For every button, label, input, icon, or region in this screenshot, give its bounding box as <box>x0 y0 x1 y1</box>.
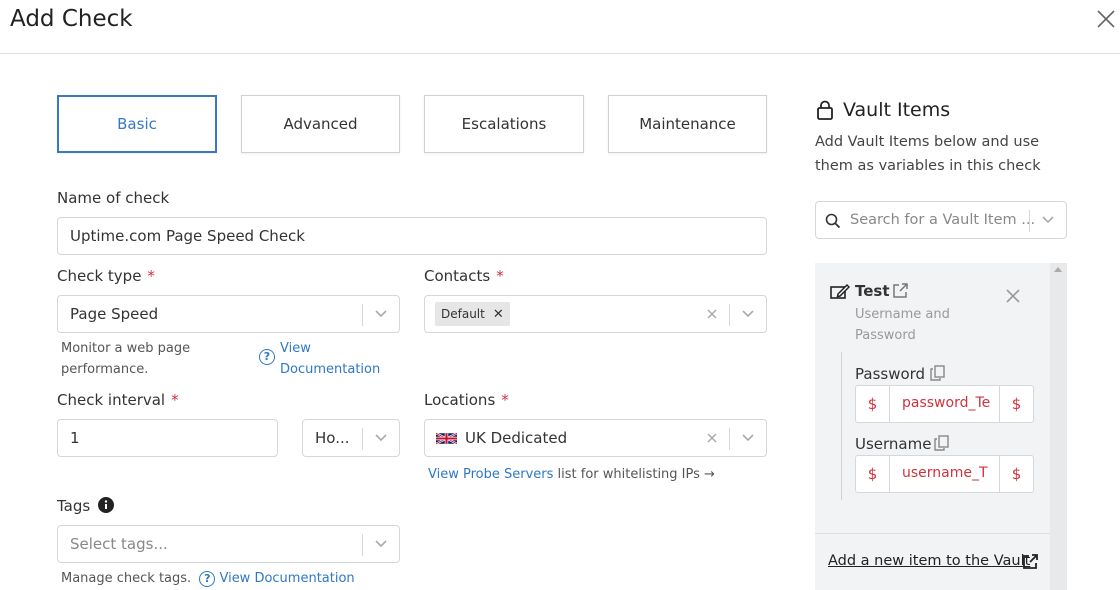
vault-search-select[interactable]: Search for a Vault Item ... <box>815 201 1067 239</box>
required-mark: * <box>147 267 155 285</box>
vault-search-placeholder: Search for a Vault Item ... <box>850 212 1036 228</box>
interval-label: Check interval * <box>57 391 179 409</box>
select-separator <box>729 428 730 450</box>
select-separator <box>1029 210 1030 232</box>
password-label: Password <box>855 365 926 383</box>
vault-item-divider <box>841 352 842 500</box>
check-type-help-line2: performance. <box>61 362 149 377</box>
contact-chip-default: Default ✕ <box>435 302 510 326</box>
modal-header: Add Check <box>0 0 1120 54</box>
check-type-value: Page Speed <box>70 305 159 323</box>
chevron-down-icon[interactable] <box>374 309 388 319</box>
check-type-doc-link[interactable]: View Documentation <box>280 338 380 380</box>
password-value: password_Te <box>902 395 991 411</box>
interval-value: 1 <box>70 429 80 447</box>
vault-item-type: Username and Password <box>855 307 950 343</box>
scrollbar[interactable] <box>1050 263 1067 590</box>
vault-description: Add Vault Items below and use them as va… <box>815 134 1041 174</box>
interval-unit-value: Ho... <box>315 429 350 447</box>
tab-basic[interactable]: Basic <box>57 95 217 153</box>
info-icon[interactable] <box>98 497 114 513</box>
vault-divider <box>815 533 1050 534</box>
check-type-label: Check type * <box>57 267 155 285</box>
vault-title: Vault Items <box>843 99 951 121</box>
interval-unit-select[interactable]: Ho... <box>302 419 400 457</box>
interval-input[interactable]: 1 <box>57 419 278 457</box>
required-mark: * <box>171 391 179 409</box>
modal-title: Add Check <box>10 6 133 32</box>
select-separator <box>362 304 363 326</box>
required-mark: * <box>501 391 509 409</box>
vault-item-name: Test <box>855 282 890 300</box>
name-input[interactable]: Uptime.com Page Speed Check <box>57 217 767 255</box>
required-mark: * <box>496 267 504 285</box>
tags-label: Tags <box>57 497 90 515</box>
contacts-label: Contacts * <box>424 267 504 285</box>
username-value: username_T <box>902 465 988 481</box>
username-field[interactable]: $ username_T $ <box>855 455 1034 493</box>
chevron-down-icon[interactable] <box>374 433 388 443</box>
help-circle-icon[interactable]: ? <box>199 570 216 587</box>
username-label: Username <box>855 435 932 453</box>
tags-help-text: Manage check tags. <box>61 571 192 586</box>
dollar-prefix: $ <box>856 386 890 422</box>
clear-icon[interactable] <box>706 432 718 444</box>
uk-flag-icon <box>436 432 457 445</box>
tags-label-text: Tags <box>57 497 91 515</box>
locations-select[interactable]: UK Dedicated <box>424 419 767 457</box>
scroll-up-arrow-icon[interactable] <box>1054 267 1062 272</box>
remove-chip-icon[interactable]: ✕ <box>493 307 504 322</box>
chevron-down-icon[interactable] <box>374 539 388 549</box>
check-type-select[interactable]: Page Speed <box>57 295 400 333</box>
select-separator <box>729 304 730 326</box>
check-type-help: Monitor a web page performance. <box>61 338 190 380</box>
tab-escalations[interactable]: Escalations <box>424 95 584 153</box>
view-probe-servers-link[interactable]: View Probe Servers <box>428 467 553 482</box>
remove-item-icon[interactable] <box>1006 289 1020 303</box>
probe-servers-help: View Probe Servers list for whitelisting… <box>428 464 715 485</box>
tags-placeholder: Select tags... <box>70 535 168 553</box>
locations-value: UK Dedicated <box>465 429 568 447</box>
doc-link-line2: Documentation <box>280 362 381 377</box>
chevron-down-icon[interactable] <box>1041 215 1055 225</box>
doc-link-line1: View <box>280 341 311 356</box>
select-separator <box>362 428 363 450</box>
clear-icon[interactable] <box>706 308 718 320</box>
name-input-value: Uptime.com Page Speed Check <box>70 227 305 245</box>
probe-servers-text: list for whitelisting IPs → <box>553 467 715 482</box>
tags-select[interactable]: Select tags... <box>57 525 400 563</box>
add-vault-item-link[interactable]: Add a new item to the Vault <box>828 553 1030 569</box>
contact-chip-label: Default <box>441 307 485 321</box>
name-label: Name of check <box>57 189 170 207</box>
copy-icon[interactable] <box>930 365 945 381</box>
help-circle-icon[interactable]: ? <box>259 349 275 365</box>
close-icon[interactable] <box>1095 8 1117 30</box>
chevron-down-icon[interactable] <box>741 309 755 319</box>
locations-label: Locations * <box>424 391 509 409</box>
dollar-suffix: $ <box>999 386 1033 422</box>
copy-icon[interactable] <box>934 435 949 451</box>
tab-maintenance[interactable]: Maintenance <box>608 95 767 153</box>
interval-label-text: Check interval <box>57 391 166 409</box>
dollar-suffix: $ <box>999 456 1033 492</box>
external-link-icon[interactable] <box>1022 553 1039 570</box>
lock-icon <box>817 100 833 120</box>
select-separator <box>362 534 363 556</box>
tags-help: Manage check tags. ? View Documentation <box>61 568 355 589</box>
tab-advanced[interactable]: Advanced <box>241 95 400 153</box>
check-type-help-line1: Monitor a web page <box>61 341 191 356</box>
password-field[interactable]: $ password_Te $ <box>855 385 1034 423</box>
search-icon <box>825 213 841 229</box>
check-type-label-text: Check type <box>57 267 142 285</box>
tags-doc-link[interactable]: View Documentation <box>219 571 354 586</box>
chevron-down-icon[interactable] <box>741 433 755 443</box>
external-link-icon[interactable] <box>892 282 909 299</box>
locations-label-text: Locations <box>424 391 496 409</box>
contacts-label-text: Contacts <box>424 267 491 285</box>
dollar-prefix: $ <box>856 456 890 492</box>
edit-icon[interactable] <box>830 283 850 300</box>
